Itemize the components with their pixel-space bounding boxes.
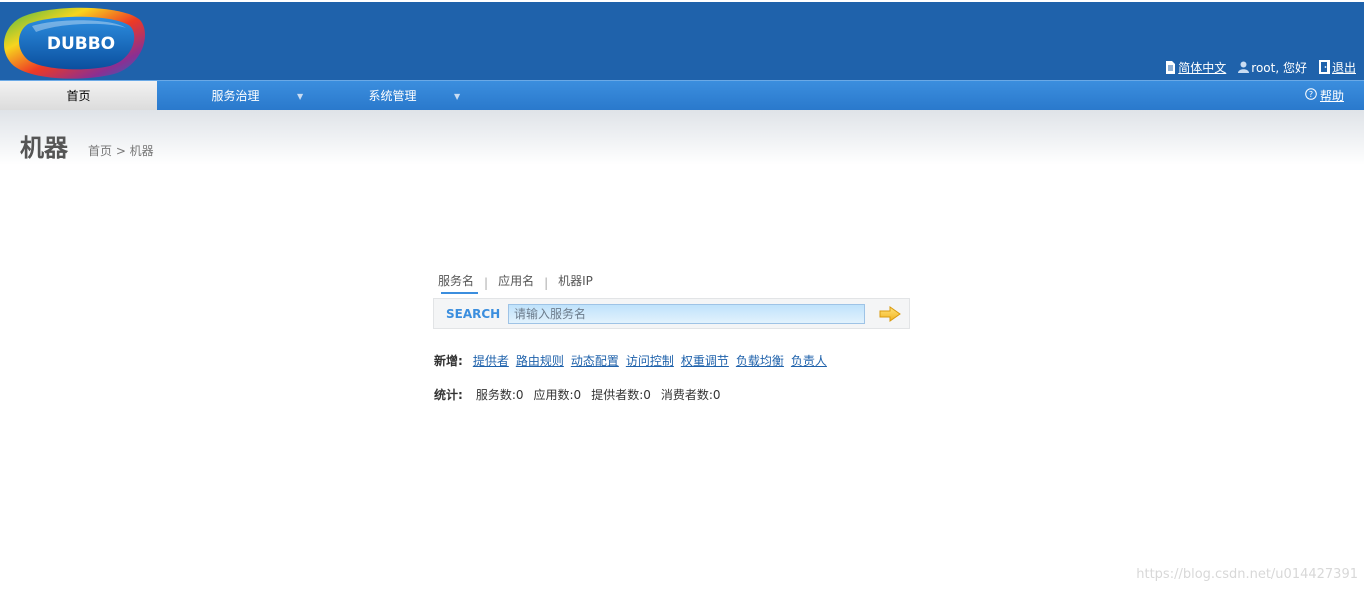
chevron-down-icon: ▼ <box>454 92 461 101</box>
nav-item-service-governance-label: 服务治理 <box>211 89 260 103</box>
stats-label: 统计: <box>434 388 463 402</box>
exit-door-icon <box>1318 60 1330 74</box>
tab-application-name[interactable]: 应用名 <box>498 272 534 293</box>
user-icon <box>1238 61 1250 73</box>
search-go-arrow-icon[interactable] <box>879 306 901 322</box>
header-bar: DUBBO 简体中文 root, 您好 退出 <box>0 0 1364 80</box>
svg-text:?: ? <box>1309 90 1313 99</box>
add-route-rule-link[interactable]: 路由规则 <box>516 352 564 369</box>
add-provider-link[interactable]: 提供者 <box>473 352 509 369</box>
logout-link[interactable]: 退出 <box>1318 59 1356 76</box>
user-greeting-text: root, 您好 <box>1251 60 1307 75</box>
logout-link-label[interactable]: 退出 <box>1332 59 1356 76</box>
search-input[interactable] <box>508 304 865 324</box>
search-label: SEARCH <box>446 307 501 321</box>
nav-item-service-governance[interactable]: 服务治理 ▼ <box>157 81 314 110</box>
add-access-control-link[interactable]: 访问控制 <box>626 352 674 369</box>
language-link[interactable]: 简体中文 <box>1165 59 1226 76</box>
add-owner-link[interactable]: 负责人 <box>791 352 827 369</box>
logo-text: DUBBO <box>46 34 116 54</box>
document-icon <box>1165 60 1176 74</box>
nav-item-home[interactable]: 首页 <box>0 81 157 110</box>
nav-item-system-management-label: 系统管理 <box>368 89 417 103</box>
main-nav: 首页 服务治理 ▼ 系统管理 ▼ ? 帮助 <box>0 80 1364 110</box>
tab-separator: | <box>484 275 489 290</box>
stat-service-count: 服务数:0 <box>475 388 524 402</box>
help-link[interactable]: ? 帮助 <box>1305 81 1344 110</box>
chevron-down-icon: ▼ <box>297 92 304 101</box>
tab-machine-ip[interactable]: 机器IP <box>558 272 593 293</box>
add-links-row: 新增: 提供者 路由规则 动态配置 访问控制 权重调节 负载均衡 负责人 <box>434 352 827 369</box>
add-weight-adjust-link[interactable]: 权重调节 <box>681 352 729 369</box>
language-link-label[interactable]: 简体中文 <box>1178 59 1226 76</box>
help-link-label[interactable]: 帮助 <box>1320 87 1344 104</box>
breadcrumb: 首页 > 机器 <box>88 144 154 158</box>
page-title: 机器 <box>20 134 68 162</box>
search-box: SEARCH <box>433 298 910 329</box>
title-band <box>0 110 1364 165</box>
watermark-text: https://blog.csdn.net/u014427391 <box>1136 567 1358 582</box>
add-label: 新增: <box>434 354 463 368</box>
nav-item-home-label: 首页 <box>66 89 91 103</box>
add-load-balance-link[interactable]: 负载均衡 <box>736 352 784 369</box>
nav-item-system-management[interactable]: 系统管理 ▼ <box>314 81 471 110</box>
user-greeting: root, 您好 <box>1238 59 1307 76</box>
help-icon: ? <box>1305 88 1317 103</box>
dubbo-logo[interactable]: DUBBO <box>2 6 147 80</box>
stat-provider-count: 提供者数:0 <box>591 388 651 402</box>
add-dynamic-config-link[interactable]: 动态配置 <box>571 352 619 369</box>
tab-separator: | <box>544 275 549 290</box>
search-tabs: 服务名 | 应用名 | 机器IP <box>438 272 593 294</box>
stat-consumer-count: 消费者数:0 <box>660 388 721 402</box>
stat-application-count: 应用数:0 <box>533 388 582 402</box>
stats-row: 统计: 服务数:0 应用数:0 提供者数:0 消费者数:0 <box>434 386 721 403</box>
top-right-links: 简体中文 root, 您好 退出 <box>1165 58 1356 76</box>
tab-service-name[interactable]: 服务名 <box>438 272 479 294</box>
